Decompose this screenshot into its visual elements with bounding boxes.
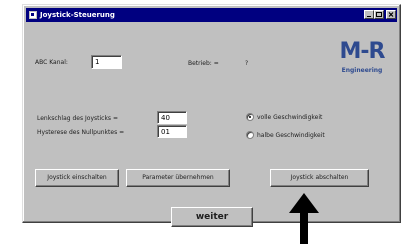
lenkschlag-input[interactable]: 40 [157, 111, 187, 124]
app-icon [29, 11, 37, 19]
betrieb-value: ? [245, 60, 249, 67]
abc-channel-input[interactable]: 1 [91, 55, 122, 69]
close-button[interactable] [386, 10, 396, 19]
lenkschlag-label: Lenkschlag des Joysticks = [37, 115, 118, 122]
radio-volle-geschwindigkeit[interactable] [246, 113, 254, 121]
maximize-icon [376, 12, 382, 17]
logo-wordmark: M-R [339, 39, 386, 64]
radio-volle-label: volle Geschwindigkeit [257, 114, 323, 121]
minimize-button[interactable] [364, 10, 374, 19]
hysterese-label: Hysterese des Nullpunktes = [37, 129, 125, 136]
hysterese-value: 01 [161, 128, 170, 136]
betrieb-label: Betrieb: = [188, 60, 219, 67]
radio-halbe-geschwindigkeit[interactable] [246, 131, 254, 139]
title-bar[interactable]: Joystick-Steuerung [26, 8, 397, 22]
mr-engineering-logo: M-R Engineering [328, 39, 396, 89]
radio-halbe-label: halbe Geschwindigkeit [257, 132, 325, 139]
joystick-dialog-window: Joystick-Steuerung ABC Kanal: 1 Betrieb:… [22, 4, 401, 227]
hysterese-input[interactable]: 01 [157, 125, 187, 138]
joystick-einschalten-button[interactable]: Joystick einschalten [35, 169, 119, 187]
minimize-icon [367, 16, 371, 17]
close-icon [388, 12, 394, 17]
parameter-uebernehmen-button[interactable]: Parameter übernehmen [126, 169, 230, 187]
radio-selected-dot [249, 116, 251, 118]
maximize-button[interactable] [374, 10, 384, 19]
window-title: Joystick-Steuerung [40, 11, 115, 19]
abc-channel-label: ABC Kanal: [35, 59, 68, 66]
abc-channel-value: 1 [95, 58, 100, 66]
pointer-arrow-icon [289, 193, 319, 244]
weiter-button[interactable]: weiter [171, 207, 253, 227]
logo-subtitle: Engineering [341, 67, 383, 74]
lenkschlag-value: 40 [161, 114, 170, 122]
joystick-abschalten-button[interactable]: Joystick abschalten [270, 169, 369, 187]
